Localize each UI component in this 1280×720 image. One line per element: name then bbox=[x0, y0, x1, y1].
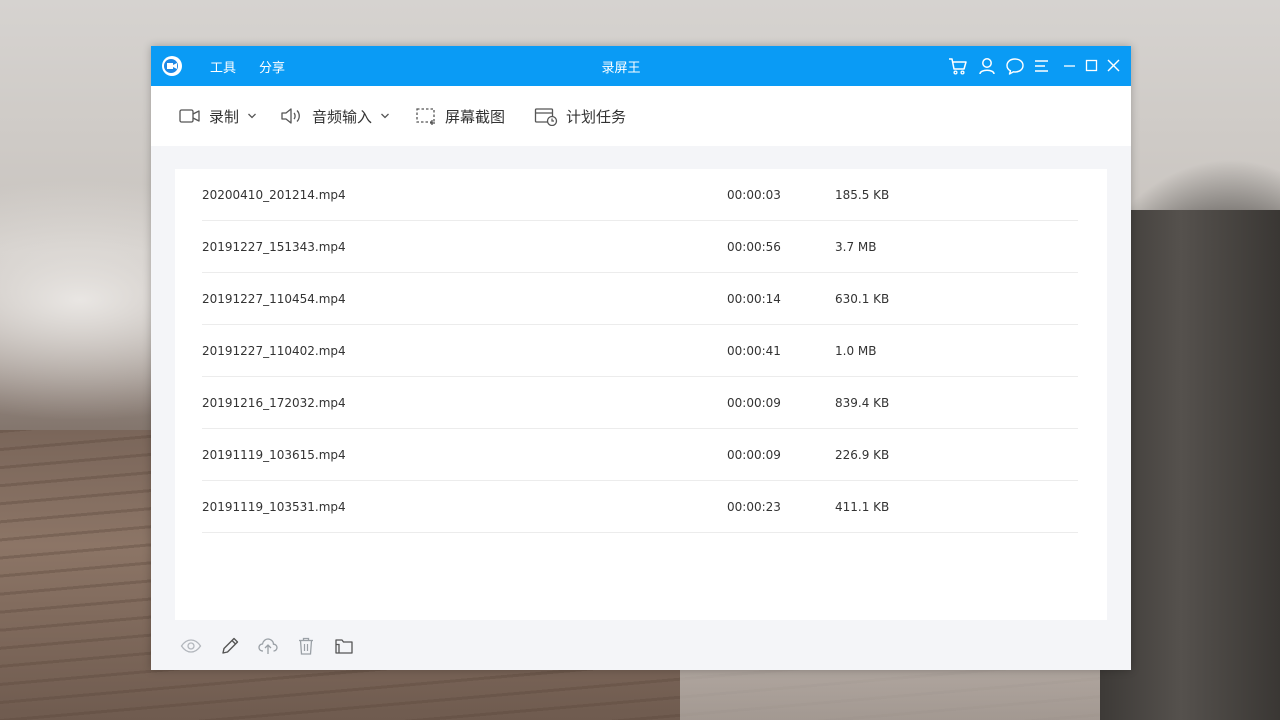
file-size: 1.0 MB bbox=[835, 344, 877, 358]
chat-icon[interactable] bbox=[1005, 56, 1025, 76]
schedule-button[interactable]: 计划任务 bbox=[534, 104, 626, 128]
preview-icon[interactable] bbox=[180, 635, 202, 657]
file-name: 20191216_172032.mp4 bbox=[202, 396, 346, 410]
toolbar: 录制 音频输入 屏幕截图 计划任务 bbox=[151, 86, 1131, 146]
file-name: 20191227_110454.mp4 bbox=[202, 292, 346, 306]
file-size: 3.7 MB bbox=[835, 240, 877, 254]
upload-icon[interactable] bbox=[257, 635, 279, 657]
file-name: 20191119_103615.mp4 bbox=[202, 448, 346, 462]
file-duration: 00:00:09 bbox=[727, 448, 781, 462]
file-duration: 00:00:03 bbox=[727, 188, 781, 202]
schedule-icon bbox=[534, 108, 558, 126]
menu-icon[interactable] bbox=[1032, 56, 1052, 76]
record-label: 录制 bbox=[209, 107, 240, 126]
file-duration: 00:00:09 bbox=[727, 396, 781, 410]
minimize-icon[interactable] bbox=[1060, 56, 1080, 76]
edit-icon[interactable] bbox=[219, 635, 241, 657]
file-name: 20191119_103531.mp4 bbox=[202, 500, 346, 514]
table-row[interactable]: 20191119_103615.mp4 00:00:09 226.9 KB bbox=[202, 429, 1078, 481]
file-name: 20191227_110402.mp4 bbox=[202, 344, 346, 358]
titlebar: 工具 分享 录屏王 bbox=[151, 46, 1131, 86]
screenshot-icon bbox=[416, 108, 435, 125]
audio-input-label: 音频输入 bbox=[312, 107, 373, 126]
cart-icon[interactable] bbox=[948, 56, 968, 76]
delete-icon[interactable] bbox=[295, 635, 317, 657]
table-row[interactable]: 20191227_110454.mp4 00:00:14 630.1 KB bbox=[202, 273, 1078, 325]
file-duration: 00:00:23 bbox=[727, 500, 781, 514]
file-size: 226.9 KB bbox=[835, 448, 890, 462]
file-name: 20191227_151343.mp4 bbox=[202, 240, 346, 254]
file-size: 185.5 KB bbox=[835, 188, 890, 202]
schedule-label: 计划任务 bbox=[566, 107, 627, 126]
maximize-icon[interactable] bbox=[1082, 56, 1102, 76]
file-list: 20200410_201214.mp4 00:00:03 185.5 KB 20… bbox=[175, 169, 1107, 620]
audio-input-button[interactable]: 音频输入 bbox=[280, 104, 390, 128]
camera-icon bbox=[179, 109, 200, 123]
screenshot-button[interactable]: 屏幕截图 bbox=[415, 104, 505, 128]
chevron-down-icon[interactable] bbox=[380, 112, 390, 120]
table-row[interactable]: 20200410_201214.mp4 00:00:03 185.5 KB bbox=[202, 169, 1078, 221]
table-row[interactable]: 20191227_110402.mp4 00:00:41 1.0 MB bbox=[202, 325, 1078, 377]
table-row[interactable]: 20191216_172032.mp4 00:00:09 839.4 KB bbox=[202, 377, 1078, 429]
screenshot-label: 屏幕截图 bbox=[445, 107, 506, 126]
speaker-icon bbox=[281, 108, 300, 124]
open-folder-icon[interactable] bbox=[333, 635, 355, 657]
close-icon[interactable] bbox=[1104, 56, 1124, 76]
record-button[interactable]: 录制 bbox=[179, 104, 257, 128]
user-icon[interactable] bbox=[977, 56, 997, 76]
file-size: 411.1 KB bbox=[835, 500, 890, 514]
bottom-actionbar bbox=[151, 620, 1131, 670]
file-duration: 00:00:41 bbox=[727, 344, 781, 358]
table-row[interactable]: 20191227_151343.mp4 00:00:56 3.7 MB bbox=[202, 221, 1078, 273]
file-duration: 00:00:56 bbox=[727, 240, 781, 254]
table-row[interactable]: 20191119_103531.mp4 00:00:23 411.1 KB bbox=[202, 481, 1078, 533]
file-name: 20200410_201214.mp4 bbox=[202, 188, 346, 202]
file-size: 630.1 KB bbox=[835, 292, 890, 306]
app-window: 工具 分享 录屏王 录制 音频输入 屏幕截图 计划任务 20200410_201… bbox=[151, 46, 1131, 670]
chevron-down-icon[interactable] bbox=[247, 112, 257, 120]
file-size: 839.4 KB bbox=[835, 396, 890, 410]
file-duration: 00:00:14 bbox=[727, 292, 781, 306]
